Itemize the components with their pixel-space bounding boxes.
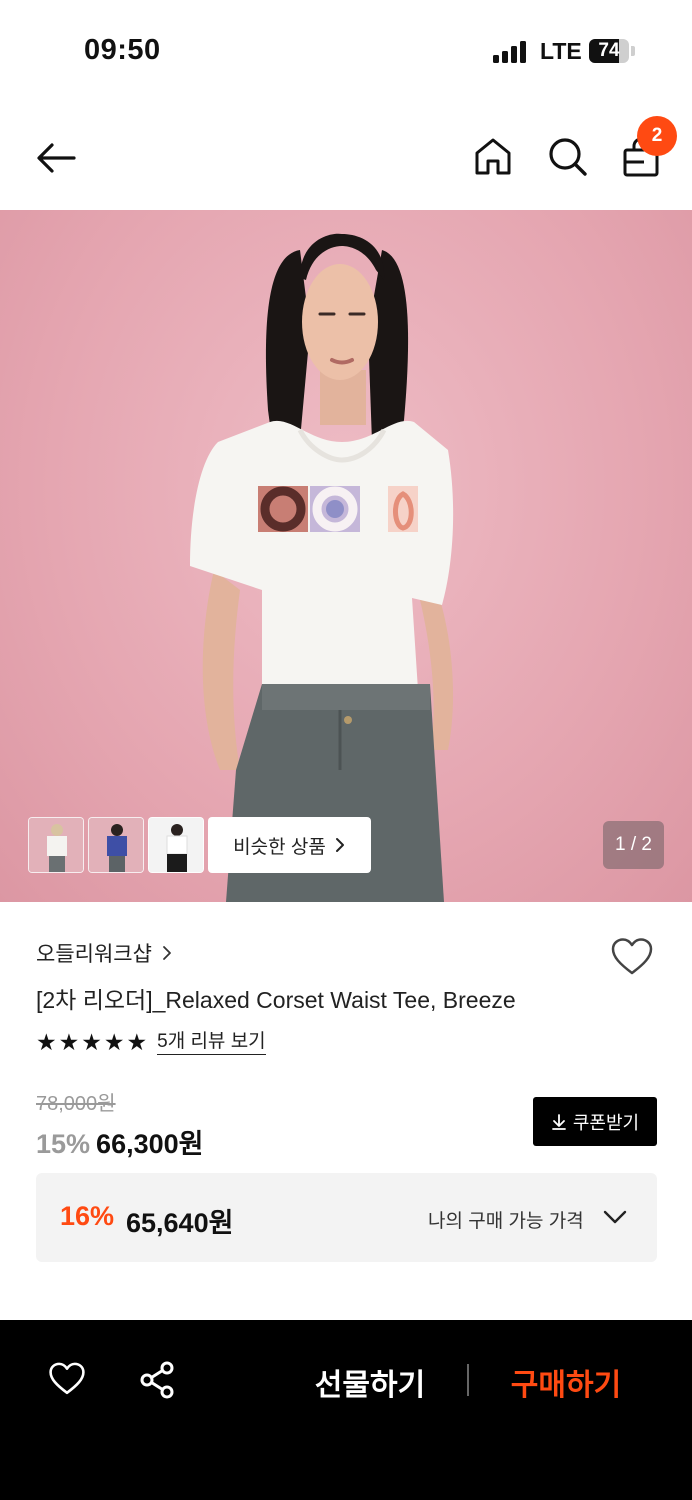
download-icon (551, 1113, 566, 1130)
battery-icon: 74 (589, 39, 629, 63)
brand-link[interactable]: 오들리워크샵 (36, 938, 172, 968)
my-price-box[interactable]: 16% 65,640원 나의 구매 가능 가격 (36, 1173, 657, 1262)
similar-products-button[interactable]: 비슷한 상품 (208, 817, 371, 873)
search-icon (549, 138, 587, 176)
product-title: [2차 리오더]_Relaxed Corset Waist Tee, Breez… (36, 987, 516, 1013)
divider (467, 1364, 469, 1396)
cart-count-badge: 2 (637, 116, 677, 156)
top-navigation (0, 110, 692, 206)
coupon-label: 쿠폰받기 (572, 1112, 640, 1133)
wishlist-button[interactable] (610, 937, 654, 982)
product-image[interactable] (0, 210, 692, 902)
heart-icon (611, 938, 653, 975)
star-icon: ★ (36, 1029, 57, 1055)
similar-products-label: 비슷한 상품 (233, 836, 326, 858)
sale-price-row: 15% 66,300원 (36, 1122, 203, 1161)
network-type: LTE (540, 38, 582, 64)
thumbnail-2[interactable] (88, 817, 144, 873)
rating-stars: ★ ★ ★ ★ ★ (36, 1028, 147, 1056)
model-photo (190, 233, 454, 902)
status-time: 09:50 (84, 34, 161, 66)
discount-rate: 15% (36, 1129, 91, 1159)
thumbnail-image (149, 818, 203, 872)
bottom-action-bar: 선물하기 구매하기 (0, 1320, 692, 1500)
star-icon: ★ (103, 1029, 125, 1055)
buy-button[interactable]: 구매하기 (496, 1360, 636, 1404)
my-price: 65,640원 (126, 1208, 234, 1238)
thumbnail-image (29, 818, 83, 872)
star-icon: ★ (58, 1029, 80, 1055)
thumbnail-image (89, 818, 143, 872)
sale-price: 66,300원 (96, 1129, 204, 1159)
thumbnail-3[interactable] (148, 817, 204, 873)
home-icon (475, 138, 511, 175)
home-button[interactable] (474, 136, 512, 181)
arrow-left-icon (37, 143, 76, 173)
bottom-wishlist-button[interactable] (48, 1361, 86, 1402)
battery-cap (631, 46, 635, 56)
image-page-indicator: 1 / 2 (603, 821, 664, 869)
review-link[interactable]: 5개 리뷰 보기 (157, 1030, 266, 1055)
battery-level: 74 (598, 40, 620, 61)
star-icon: ★ (126, 1029, 148, 1055)
share-icon (140, 1361, 174, 1399)
rating-row: ★ ★ ★ ★ ★ 5개 리뷰 보기 (36, 1028, 266, 1056)
star-icon: ★ (81, 1029, 102, 1055)
status-bar: 09:50 LTE 74 (0, 0, 692, 100)
share-button[interactable] (138, 1361, 176, 1404)
brand-name: 오들리워크샵 (36, 943, 152, 966)
coupon-button[interactable]: 쿠폰받기 (533, 1097, 657, 1146)
thumbnail-1[interactable] (28, 817, 84, 873)
heart-icon (49, 1362, 85, 1395)
gift-button[interactable]: 선물하기 (300, 1360, 440, 1404)
chevron-down-icon (603, 1210, 627, 1224)
chevron-right-icon (163, 946, 171, 960)
chevron-right-icon (335, 838, 344, 852)
back-button[interactable] (34, 136, 78, 185)
search-button[interactable] (547, 136, 589, 183)
my-price-label: 나의 구매 가능 가격 (428, 1211, 584, 1232)
my-discount-rate: 16% (60, 1201, 115, 1231)
signal-icon (493, 41, 529, 63)
original-price: 78,000원 (36, 1093, 116, 1115)
